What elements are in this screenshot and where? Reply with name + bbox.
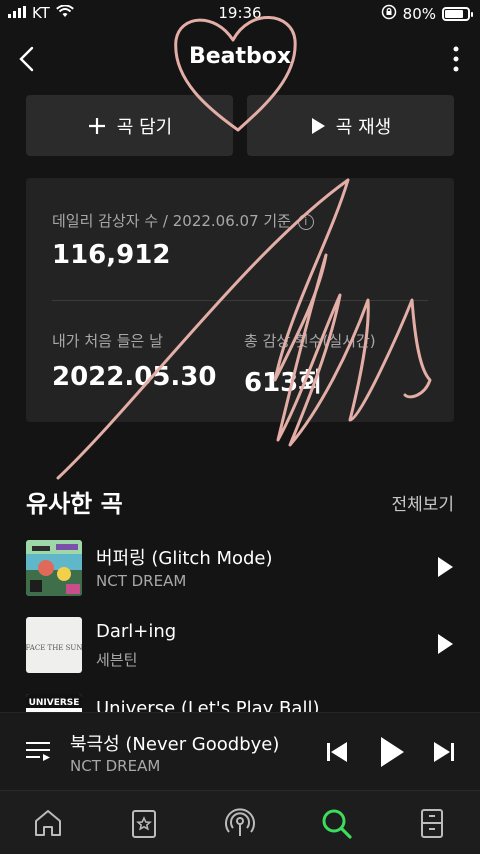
mini-player[interactable]: 북극성 (Never Goodbye) NCT DREAM [0,712,480,790]
battery-percent: 80% [402,5,436,23]
similar-songs-title: 유사한 곡 [26,490,123,518]
tab-bar [0,790,480,854]
first-listen-label: 내가 처음 들은 날 [52,332,163,350]
play-icon [311,117,325,134]
header: Beatbox [0,30,480,88]
track-play-button[interactable] [436,633,454,655]
more-options-button[interactable] [448,44,464,74]
page-title: Beatbox [188,44,292,69]
next-button[interactable] [432,735,456,769]
track-artist: NCT DREAM [96,572,187,590]
play-button-label: 곡 재생 [335,116,392,138]
now-playing-artist: NCT DREAM [70,757,161,775]
track-row-2[interactable]: FACE THE SUN Darl+ing 세븐틴 [26,617,454,673]
battery-icon [442,7,473,21]
track-title: Universe (Let's Play Ball) [96,698,320,712]
track-artist: 세븐틴 [96,651,138,669]
add-button-label: 곡 담기 [116,116,173,138]
album-art-glitch-mode [26,540,82,596]
queue-list-icon [26,742,50,761]
storage-box-icon [421,809,443,838]
status-bar: KT 19:36 80% [0,0,480,28]
track-play-button[interactable] [436,556,454,578]
search-icon [322,809,352,839]
card-divider [52,300,428,301]
tab-library[interactable] [124,803,164,843]
library-icon [132,810,156,838]
playlist-queue-button[interactable] [24,737,52,765]
now-playing-title: 북극성 (Never Goodbye) [70,734,280,755]
track-row-3[interactable]: UNIVERSE Universe (Let's Play Ball) [26,694,454,712]
info-icon[interactable]: i [297,213,314,230]
daily-listeners-label-text: 데일리 감상자 수 / 2022.06.07 기준 [52,212,291,230]
track-title: 버퍼링 (Glitch Mode) [96,548,273,569]
play-icon [381,737,404,767]
play-button[interactable] [378,735,406,769]
daily-listeners-label: 데일리 감상자 수 / 2022.06.07 기준 i [52,210,314,231]
skip-previous-icon [327,742,347,762]
add-to-playlist-button[interactable]: 곡 담기 [26,95,233,156]
skip-next-icon [434,742,454,762]
total-plays-value: 613회 [244,368,323,398]
album-art-text: UNIVERSE [29,698,80,708]
daily-listeners-value: 116,912 [52,240,171,270]
play-song-button[interactable]: 곡 재생 [247,95,454,156]
plus-icon [88,117,105,134]
album-art-face-the-sun: FACE THE SUN [26,617,82,673]
tab-podcast[interactable] [220,803,260,843]
album-art-universe: UNIVERSE [26,694,82,712]
track-row-1[interactable]: 버퍼링 (Glitch Mode) NCT DREAM [26,540,454,596]
first-listen-value: 2022.05.30 [52,362,217,392]
tab-storage[interactable] [412,803,452,843]
play-icon [438,557,453,577]
orientation-lock-icon [381,4,397,24]
home-icon [35,810,61,836]
status-right: 80% [381,4,473,24]
podcast-icon [225,808,255,836]
see-all-link[interactable]: 전체보기 [391,490,454,515]
tab-search[interactable] [316,803,356,843]
total-plays-label: 총 감상 횟수(실시간) [244,332,376,350]
more-vertical-icon [453,46,459,72]
play-icon [438,634,453,654]
previous-button[interactable] [325,735,349,769]
stats-card: 데일리 감상자 수 / 2022.06.07 기준 i 116,912 내가 처… [26,178,454,422]
album-art-text: FACE THE SUN [26,644,82,652]
track-title: Darl+ing [96,621,177,642]
tab-home[interactable] [28,803,68,843]
battery-fill [445,10,463,18]
